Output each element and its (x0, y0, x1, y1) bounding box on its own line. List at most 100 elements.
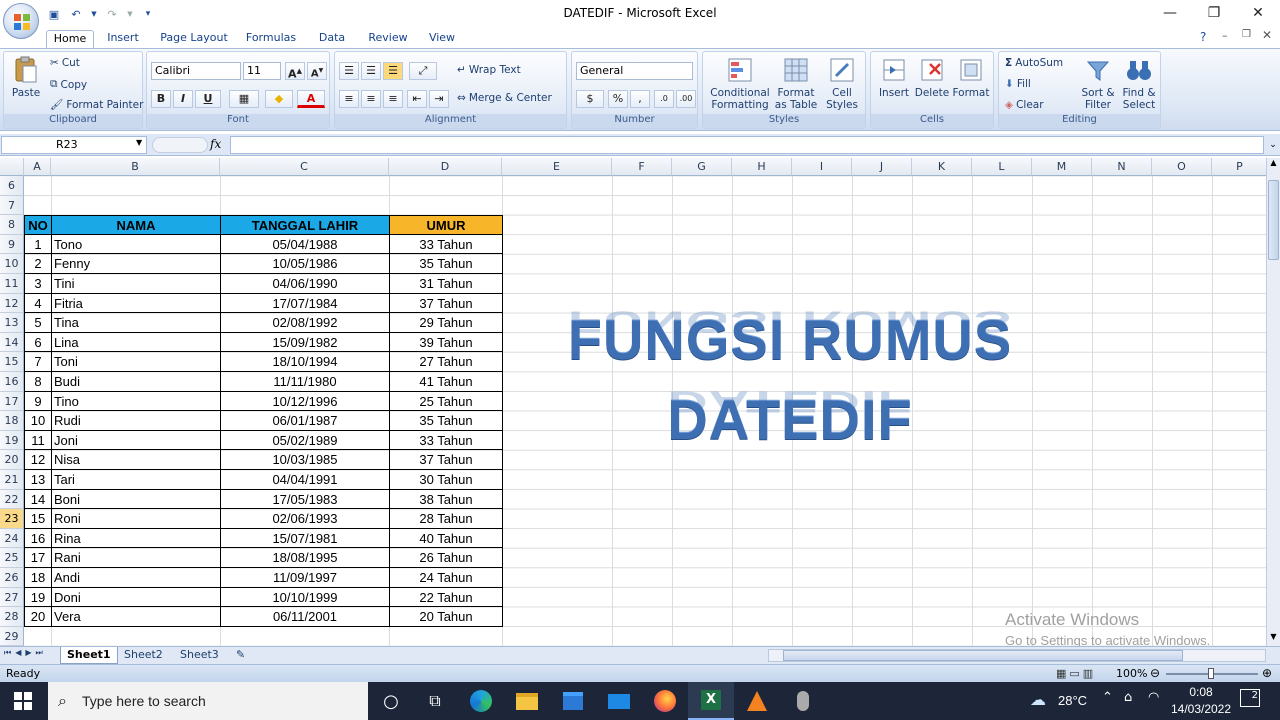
increase-decimal-button[interactable]: .0 (654, 90, 674, 108)
office-button[interactable] (3, 3, 39, 39)
cell-no[interactable]: 20 (24, 607, 52, 627)
expand-formula-bar-icon[interactable]: ⌄ (1266, 136, 1280, 154)
column-header-e[interactable]: E (502, 158, 612, 176)
merge-center-button[interactable]: ⇔ Merge & Center (457, 92, 552, 104)
fill-color-button[interactable]: ◆ (265, 90, 293, 108)
align-left-button[interactable]: ≡ (339, 90, 359, 108)
header-cell-tanggal[interactable]: TANGGAL LAHIR (220, 215, 390, 235)
cell-no[interactable]: 13 (24, 470, 52, 490)
mail-icon[interactable] (596, 682, 642, 720)
shrink-font-button[interactable]: A▼ (307, 62, 327, 80)
minimize-button[interactable]: — (1150, 2, 1190, 24)
tray-chevron-icon[interactable]: ⌃ (1102, 690, 1113, 705)
sheet-tab-sheet2[interactable]: Sheet2 (118, 647, 169, 664)
decrease-decimal-button[interactable]: .00 (676, 90, 696, 108)
column-header-p[interactable]: P (1212, 158, 1268, 176)
italic-button[interactable]: I (173, 90, 193, 108)
cell-nama[interactable]: Doni (51, 587, 221, 608)
horizontal-scroll-thumb[interactable] (783, 650, 1183, 661)
excel-taskbar-icon[interactable]: X (688, 682, 734, 720)
cell-tanggal[interactable]: 17/07/1984 (220, 293, 390, 314)
row-header[interactable]: 7 (0, 195, 24, 216)
cell-nama[interactable]: Fenny (51, 254, 221, 274)
cell-nama[interactable]: Tono (51, 234, 221, 255)
cell-umur[interactable]: 41 Tahun (389, 372, 503, 392)
cell-tanggal[interactable]: 05/04/1988 (220, 234, 390, 255)
find-select-button[interactable]: Find & Select (1119, 56, 1159, 111)
restore-button[interactable]: ❐ (1194, 2, 1234, 24)
cell-tanggal[interactable]: 10/10/1999 (220, 587, 390, 608)
currency-button[interactable]: $ (576, 90, 604, 108)
cell-tanggal[interactable]: 15/07/1981 (220, 528, 390, 549)
grow-font-button[interactable]: A▲ (285, 62, 305, 81)
column-header-a[interactable]: A (24, 158, 51, 176)
row-header[interactable]: 29 (0, 626, 24, 647)
wrap-text-button[interactable]: ↵ Wrap Text (457, 64, 521, 76)
cell-umur[interactable]: 39 Tahun (389, 332, 503, 353)
cell-tanggal[interactable]: 04/04/1991 (220, 470, 390, 490)
cell-umur[interactable]: 40 Tahun (389, 528, 503, 549)
comma-button[interactable]: , (630, 90, 650, 108)
formula-input[interactable] (230, 136, 1264, 154)
close-button[interactable]: ✕ (1238, 2, 1278, 24)
cell-no[interactable]: 15 (24, 509, 52, 529)
cell-nama[interactable]: Andi (51, 568, 221, 588)
edge-icon[interactable] (458, 682, 504, 720)
row-header[interactable]: 20 (0, 450, 24, 470)
cell-umur[interactable]: 20 Tahun (389, 607, 503, 627)
cell-tanggal[interactable]: 10/03/1985 (220, 450, 390, 470)
percent-button[interactable]: % (608, 90, 628, 108)
row-header[interactable]: 19 (0, 430, 24, 451)
cell-umur[interactable]: 26 Tahun (389, 548, 503, 568)
cell-umur[interactable]: 38 Tahun (389, 489, 503, 510)
clock-time[interactable]: 0:08 (1172, 685, 1230, 699)
notification-center-icon[interactable]: 2 (1240, 689, 1260, 707)
network-icon[interactable]: ⌂ (1124, 690, 1132, 705)
vlc-icon[interactable] (734, 682, 780, 720)
column-header-b[interactable]: B (51, 158, 220, 176)
tab-review[interactable]: Review (362, 30, 414, 48)
column-header-h[interactable]: H (732, 158, 792, 176)
cell-nama[interactable]: Lina (51, 332, 221, 353)
row-header[interactable]: 26 (0, 568, 24, 588)
scroll-up-icon[interactable]: ▲ (1267, 158, 1280, 170)
file-explorer-icon[interactable] (504, 682, 550, 720)
row-header[interactable]: 25 (0, 548, 24, 568)
header-cell-nama[interactable]: NAMA (51, 215, 221, 235)
column-header-n[interactable]: N (1092, 158, 1152, 176)
windows-start-icon[interactable] (0, 682, 46, 720)
decrease-indent-button[interactable]: ⇤ (407, 90, 427, 108)
header-cell-umur[interactable]: UMUR (389, 215, 503, 235)
cell-no[interactable]: 2 (24, 254, 52, 274)
cell-umur[interactable]: 29 Tahun (389, 313, 503, 333)
format-painter-button[interactable]: 🖌 Format Painter (50, 98, 143, 112)
zoom-out-icon[interactable]: ⊖ (1150, 666, 1160, 680)
conditional-formatting-button[interactable]: Conditional Formatting (707, 56, 773, 111)
cell-nama[interactable]: Roni (51, 509, 221, 529)
name-box[interactable]: R23 (1, 136, 147, 154)
clock-date[interactable]: 14/03/2022 (1166, 702, 1236, 716)
cortana-icon[interactable]: ○ (368, 682, 414, 720)
cell-tanggal[interactable]: 18/08/1995 (220, 548, 390, 568)
number-format-dropdown[interactable]: General (576, 62, 693, 80)
cell-tanggal[interactable]: 10/05/1986 (220, 254, 390, 274)
font-color-button[interactable]: A (297, 90, 325, 108)
paste-button[interactable]: Paste (8, 56, 44, 99)
cell-tanggal[interactable]: 02/06/1993 (220, 509, 390, 529)
column-header-g[interactable]: G (672, 158, 732, 176)
cell-umur[interactable]: 30 Tahun (389, 470, 503, 490)
increase-indent-button[interactable]: ⇥ (429, 90, 449, 108)
cell-nama[interactable]: Rani (51, 548, 221, 568)
horizontal-scrollbar[interactable] (768, 649, 1266, 662)
cell-tanggal[interactable]: 10/12/1996 (220, 391, 390, 412)
cell-no[interactable]: 9 (24, 391, 52, 412)
cell-nama[interactable]: Boni (51, 489, 221, 510)
cell-nama[interactable]: Joni (51, 430, 221, 451)
tab-formulas[interactable]: Formulas (240, 30, 302, 48)
cell-nama[interactable]: Vera (51, 607, 221, 627)
cell-umur[interactable]: 35 Tahun (389, 254, 503, 274)
cell-tanggal[interactable]: 11/11/1980 (220, 372, 390, 392)
cell-no[interactable]: 10 (24, 411, 52, 431)
cell-no[interactable]: 1 (24, 234, 52, 255)
select-all-corner[interactable] (0, 158, 24, 176)
